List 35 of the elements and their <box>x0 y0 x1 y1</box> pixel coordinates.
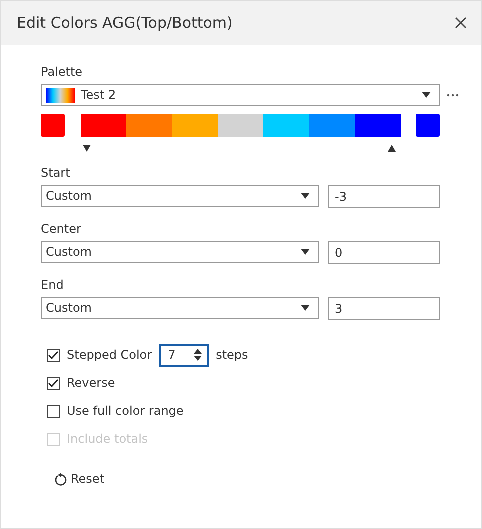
mode-dropdown[interactable]: Custom <box>41 297 319 319</box>
option-label: Stepped Color <box>67 348 152 362</box>
steps-field[interactable]: 7 <box>159 344 210 366</box>
checkbox[interactable] <box>47 404 60 418</box>
range-label: Center <box>41 222 82 236</box>
gradient-icon <box>46 88 75 102</box>
option-label: Include totals <box>67 432 148 446</box>
start-marker-icon[interactable] <box>83 145 91 152</box>
reset-icon <box>55 472 67 486</box>
palette-label: Palette <box>41 65 84 79</box>
value-field[interactable]: 0 <box>328 241 440 264</box>
spinner-arrows-icon[interactable] <box>194 348 202 362</box>
palette-dropdown[interactable]: Test 2 <box>41 84 440 106</box>
window-title: Edit Colors AGG(Top/Bottom) <box>17 14 233 32</box>
value-field[interactable]: -3 <box>328 185 440 208</box>
mode-dropdown[interactable]: Custom <box>41 185 319 207</box>
more-icon[interactable] <box>447 94 459 97</box>
caret-icon <box>422 92 431 98</box>
option-label: Use full color range <box>67 404 184 418</box>
range-label: Start <box>41 166 72 180</box>
end-color-swatch[interactable] <box>416 114 440 137</box>
checkbox[interactable] <box>47 348 60 362</box>
caret-icon <box>301 249 310 255</box>
end-marker-icon[interactable] <box>388 145 396 152</box>
range-label: End <box>41 278 65 292</box>
checkbox[interactable] <box>47 376 60 390</box>
reset-button[interactable]: Reset <box>53 470 107 488</box>
caret-icon <box>301 305 310 311</box>
close-icon[interactable] <box>455 17 467 29</box>
value-field[interactable]: 3 <box>328 297 440 320</box>
start-color-swatch[interactable] <box>41 114 65 137</box>
caret-icon <box>301 193 310 199</box>
mode-dropdown[interactable]: Custom <box>41 241 319 263</box>
option-label: Reverse <box>67 376 116 390</box>
steps-label: steps <box>216 348 248 362</box>
